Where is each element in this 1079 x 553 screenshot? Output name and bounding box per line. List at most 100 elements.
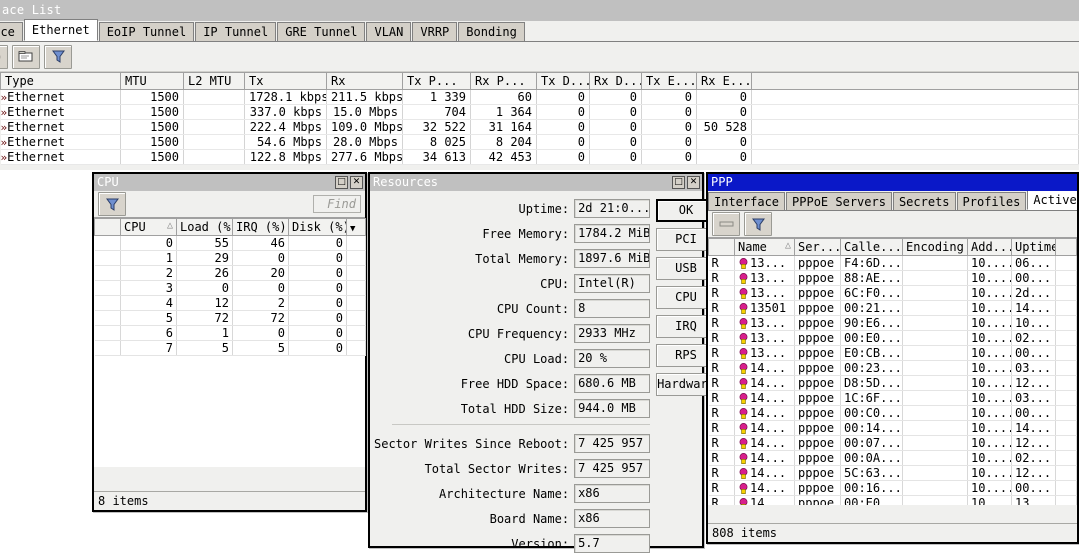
find-input[interactable]: Find (313, 195, 361, 213)
field-value[interactable]: 2d 21:0... (574, 199, 651, 218)
filter-button[interactable] (98, 192, 126, 216)
table-row[interactable]: R 13... pppoe 00:E0... 10.... 02... (708, 330, 1077, 346)
table-row[interactable]: 2 26 20 0 (94, 265, 366, 281)
tab-pppoe-servers[interactable]: PPPoE Servers (786, 192, 892, 210)
table-row[interactable]: R 13... pppoe 6C:F0... 10.... 2d... (708, 285, 1077, 301)
column-header[interactable]: Tx (244, 72, 327, 90)
field-value[interactable]: x86 (574, 484, 651, 503)
column-header[interactable] (94, 218, 121, 236)
table-row[interactable]: R 13501 pppoe 00:21... 10.... 14... (708, 300, 1077, 316)
tab-face[interactable]: face (0, 22, 23, 41)
column-chooser-button[interactable]: ▼ (346, 218, 366, 236)
table-row[interactable]: 7550 (94, 340, 366, 356)
tab-vlan[interactable]: VLAN (366, 22, 412, 41)
column-header[interactable]: Add... (967, 238, 1012, 256)
field-value[interactable]: 1784.2 MiB (574, 224, 651, 243)
table-row[interactable]: R 14 pppoe 00:E0 10 13 (708, 495, 1077, 505)
table-row[interactable]: 3000 (94, 280, 366, 296)
table-row[interactable]: »Ethernet 1500 337.0 kbps 15.0 Mbps 704 1 364… (0, 104, 1079, 120)
table-row[interactable]: R 14... pppoe 00:14... 10.... 14... (708, 420, 1077, 436)
tab-ethernet[interactable]: Ethernet (23, 19, 98, 41)
close-icon[interactable]: ✕ (687, 176, 700, 189)
table-row[interactable]: R 14... pppoe D8:5D... 10.... 12... (708, 375, 1077, 391)
column-header[interactable] (708, 238, 735, 256)
column-header[interactable]: Encoding (902, 238, 968, 256)
table-row[interactable]: R 14... pppoe 00:23... 10.... 03... (708, 360, 1077, 376)
column-header[interactable]: Tx P... (402, 72, 471, 90)
table-row[interactable]: R 13... pppoe F4:6D... 10.... 06... (708, 255, 1077, 271)
ppp-window-titlebar[interactable]: PPP (708, 174, 1077, 191)
column-header[interactable]: Rx P... (470, 72, 537, 90)
maximize-icon[interactable]: □ (672, 176, 685, 189)
ppp-window[interactable]: PPP Interface PPPoE Servers Secrets Profile… (706, 172, 1079, 544)
tab-vrrp[interactable]: VRRP (412, 22, 458, 41)
field-value[interactable]: 7 425 957 (574, 434, 651, 453)
tab-gre-tunnel[interactable]: GRE Tunnel (277, 22, 366, 41)
table-row[interactable]: »Ethernet 1500 1728.1 kbps 211.5 kbps 1 339 6… (0, 89, 1079, 105)
tab-secrets[interactable]: Secrets (892, 192, 956, 210)
table-row[interactable]: R 14... pppoe 00:0A... 10.... 02... (708, 450, 1077, 466)
table-row[interactable]: 6100 (94, 325, 366, 341)
table-row[interactable]: R 14... pppoe 00:C0... 10.... 00... (708, 405, 1077, 421)
field-value[interactable]: 2933 MHz (574, 324, 651, 343)
column-header[interactable]: Type (0, 72, 121, 90)
resource-field-row: Board Name: x86 (374, 509, 651, 528)
tab-profiles[interactable]: Profiles (956, 192, 1027, 210)
column-header[interactable]: Rx D... (589, 72, 642, 90)
table-cell: 0 (232, 250, 289, 266)
tab-eoip-tunnel[interactable]: EoIP Tunnel (98, 22, 195, 41)
filter-button[interactable] (744, 212, 772, 236)
table-row[interactable]: »Ethernet 1500 222.4 Mbps 109.0 Mbps 32 522 3… (0, 119, 1079, 135)
table-row[interactable]: R 14... pppoe 00:16... 10.... 00... (708, 480, 1077, 496)
column-header[interactable]: Uptime (1011, 238, 1056, 256)
column-header[interactable]: MTU (120, 72, 184, 90)
table-row[interactable]: R 14... pppoe 5C:63... 10.... 12... (708, 465, 1077, 481)
cpu-window[interactable]: CPU □ ✕ Find CPU △ Load (%) IRQ (%) Disk (%)… (92, 172, 367, 512)
tab-interface[interactable]: Interface (708, 192, 786, 210)
field-value[interactable]: 5.7 (574, 534, 651, 553)
table-row[interactable]: R 13... pppoe 88:AE... 10.... 00... (708, 270, 1077, 286)
table-row[interactable]: R 14... pppoe 00:07... 10.... 12... (708, 435, 1077, 451)
table-row[interactable]: R 13... pppoe 90:E6... 10.... 10... (708, 315, 1077, 331)
cpu-window-titlebar[interactable]: CPU □ ✕ (94, 174, 365, 191)
field-value[interactable]: 944.0 MB (574, 399, 651, 418)
remove-button[interactable] (712, 212, 740, 236)
filter-button[interactable] (44, 44, 72, 69)
tab-ip-tunnel[interactable]: IP Tunnel (195, 22, 277, 41)
table-row[interactable]: R 13... pppoe E0:CB... 10.... 00... (708, 345, 1077, 361)
table-row[interactable]: 4 12 2 0 (94, 295, 366, 311)
field-value[interactable]: 1897.6 MiB (574, 249, 651, 268)
tab-active-connecti[interactable]: Active Connecti (1027, 191, 1077, 210)
resources-window[interactable]: Resources □ ✕ Uptime: 2d 21:0... Free Memo… (368, 172, 716, 553)
table-row[interactable]: »Ethernet 1500 122.8 Mbps 277.6 Mbps 34 613 4… (0, 149, 1079, 165)
maximize-icon[interactable]: □ (335, 176, 348, 189)
column-header[interactable]: Load (%) (176, 218, 233, 236)
column-header[interactable]: Ser... (794, 238, 841, 256)
tab-bonding[interactable]: Bonding (458, 22, 525, 41)
column-header[interactable]: CPU △ (120, 218, 177, 236)
table-row[interactable]: »Ethernet 1500 54.6 Mbps 28.0 Mbps 8 025 8 20… (0, 134, 1079, 150)
close-icon[interactable]: ✕ (350, 176, 363, 189)
field-value[interactable]: 8 (574, 299, 651, 318)
field-value[interactable]: 20 % (574, 349, 651, 368)
field-value[interactable]: 7 425 957 (574, 459, 651, 478)
column-header[interactable]: Name △ (734, 238, 795, 256)
column-header[interactable]: Tx E... (641, 72, 697, 90)
column-header[interactable]: Calle... (840, 238, 903, 256)
table-row[interactable]: R 14... pppoe 1C:6F... 10.... 03... (708, 390, 1077, 406)
disable-button[interactable] (0, 44, 8, 69)
resources-window-titlebar[interactable]: Resources □ ✕ (370, 174, 702, 191)
column-header[interactable]: L2 MTU (183, 72, 245, 90)
column-header[interactable]: Disk (%) (288, 218, 347, 236)
table-row[interactable]: 1 29 0 0 (94, 250, 366, 266)
table-row[interactable]: 5 72 72 0 (94, 310, 366, 326)
field-value[interactable]: x86 (574, 509, 651, 528)
column-header[interactable]: Rx (326, 72, 403, 90)
column-header[interactable]: IRQ (%) (232, 218, 289, 236)
column-header[interactable]: Tx D... (536, 72, 590, 90)
comment-button[interactable] (12, 44, 40, 69)
column-header[interactable]: Rx E... (696, 72, 752, 90)
field-value[interactable]: 680.6 MB (574, 374, 651, 393)
table-row[interactable]: 0 55 46 0 (94, 235, 366, 251)
field-value[interactable]: Intel(R) (574, 274, 651, 293)
